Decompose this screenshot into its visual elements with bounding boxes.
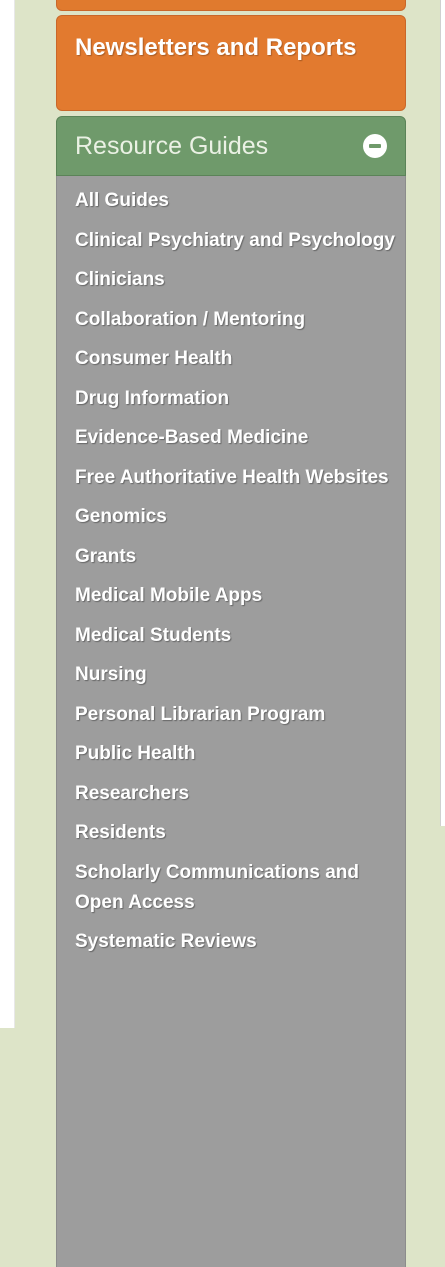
guide-link-clinical-psychiatry[interactable]: Clinical Psychiatry and Psychology xyxy=(75,226,405,256)
guide-link-medical-students[interactable]: Medical Students xyxy=(75,621,405,651)
newsletters-and-reports-label: Newsletters and Reports xyxy=(75,34,357,61)
guide-link-collaboration-mentoring[interactable]: Collaboration / Mentoring xyxy=(75,305,405,335)
guide-link-genomics[interactable]: Genomics xyxy=(75,502,405,532)
resource-guides-list: All Guides Clinical Psychiatry and Psych… xyxy=(56,176,406,1267)
guide-link-researchers[interactable]: Researchers xyxy=(75,779,405,809)
previous-nav-button[interactable] xyxy=(56,0,406,11)
guide-link-public-health[interactable]: Public Health xyxy=(75,739,405,769)
resource-guides-header[interactable]: Resource Guides xyxy=(56,116,406,176)
left-content-edge xyxy=(0,0,15,1028)
guide-link-scholarly-communications[interactable]: Scholarly Communications and Open Access xyxy=(75,858,405,918)
guide-link-systematic-reviews[interactable]: Systematic Reviews xyxy=(75,927,405,957)
guide-link-residents[interactable]: Residents xyxy=(75,818,405,848)
guide-link-all-guides[interactable]: All Guides xyxy=(75,186,405,216)
guide-link-grants[interactable]: Grants xyxy=(75,542,405,572)
guide-link-nursing[interactable]: Nursing xyxy=(75,660,405,690)
guide-link-personal-librarian-program[interactable]: Personal Librarian Program xyxy=(75,700,405,730)
minus-circle-icon[interactable] xyxy=(363,134,387,158)
newsletters-and-reports-button[interactable]: Newsletters and Reports xyxy=(56,15,406,111)
right-content-panel xyxy=(440,0,445,826)
guide-link-drug-information[interactable]: Drug Information xyxy=(75,384,405,414)
guide-link-consumer-health[interactable]: Consumer Health xyxy=(75,344,405,374)
sidebar-nav: Newsletters and Reports Resource Guides … xyxy=(56,0,406,1267)
resource-guides-title: Resource Guides xyxy=(75,131,269,160)
guide-link-medical-mobile-apps[interactable]: Medical Mobile Apps xyxy=(75,581,405,611)
guide-link-evidence-based-medicine[interactable]: Evidence-Based Medicine xyxy=(75,423,405,453)
guide-link-free-health-websites[interactable]: Free Authoritative Health Websites xyxy=(75,463,405,493)
guide-link-clinicians[interactable]: Clinicians xyxy=(75,265,405,295)
